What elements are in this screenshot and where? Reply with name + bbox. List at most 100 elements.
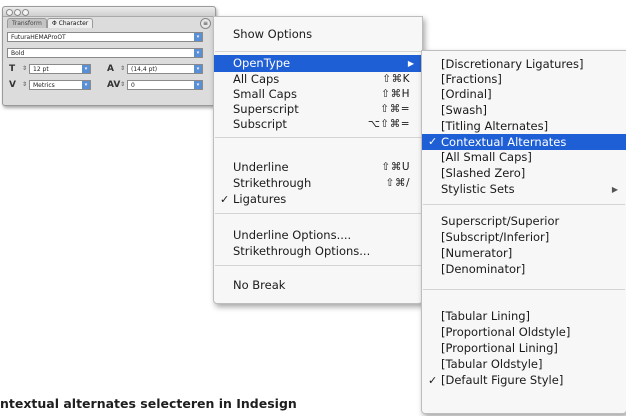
submenu-item-label: [Proportional Lining] <box>441 341 558 355</box>
submenu-item-label: Superscript/Superior <box>441 214 560 228</box>
menu-separator <box>215 213 421 214</box>
checkmark-icon: ✓ <box>428 135 438 148</box>
submenu-item-ordinal[interactable]: [Ordinal] <box>422 87 626 102</box>
tab-character-label: Character <box>58 20 89 27</box>
submenu-item-label: [Numerator] <box>441 246 513 260</box>
menu-item-label: Small Caps <box>233 87 297 101</box>
menu-item-label: Underline <box>233 160 289 174</box>
menu-item-shortcut: ⇧⌘H <box>381 88 410 100</box>
kerning-dropdown-icon[interactable]: ▾ <box>82 81 90 89</box>
menu-item-underline[interactable]: Underline ⇧⌘U <box>214 160 422 175</box>
submenu-item-label: [Subscript/Inferior] <box>441 230 550 244</box>
menu-item-ligatures[interactable]: ✓ Ligatures <box>214 192 422 207</box>
kerning-stepper[interactable]: ⇕ <box>22 81 27 88</box>
kerning-field[interactable]: Metrics ▾ <box>29 80 91 90</box>
font-family-field[interactable]: FuturaHEMAProOT ▾ <box>7 32 203 42</box>
panel-tabs: Transform Φ Character <box>7 18 211 28</box>
submenu-item-label: [Discretionary Ligatures] <box>441 57 584 71</box>
submenu-item-fractions[interactable]: [Fractions] <box>422 72 626 87</box>
submenu-item-label: [Default Figure Style] <box>441 373 564 387</box>
tracking-icon: AV <box>107 80 121 90</box>
font-size-dropdown-icon[interactable]: ▾ <box>82 65 90 73</box>
menu-item-strikethrough[interactable]: Strikethrough ⇧⌘/ <box>214 176 422 191</box>
submenu-item-proportional-oldstyle[interactable]: [Proportional Oldstyle] <box>422 325 626 340</box>
panel-options-menu: Show Options OpenType ▶ All Caps ⇧⌘K Sma… <box>213 16 423 304</box>
submenu-item-numerator[interactable]: [Numerator] <box>422 246 626 261</box>
submenu-arrow-icon: ▶ <box>407 59 414 68</box>
menu-separator <box>215 51 421 52</box>
font-style-field[interactable]: Bold ▾ <box>7 48 203 58</box>
menu-item-small-caps[interactable]: Small Caps ⇧⌘H <box>214 87 422 102</box>
panel-menu-icon[interactable]: ≡ <box>200 18 211 29</box>
kerning-value: Metrics <box>33 82 55 89</box>
checkmark-icon: ✓ <box>428 374 438 387</box>
leading-stepper[interactable]: ⇕ <box>120 65 125 72</box>
font-style-dropdown-icon[interactable]: ▾ <box>194 49 202 57</box>
submenu-item-label: [Fractions] <box>441 72 502 86</box>
submenu-item-superscript-superior[interactable]: Superscript/Superior <box>422 214 626 229</box>
submenu-item-subscript-inferior[interactable]: [Subscript/Inferior] <box>422 230 626 245</box>
menu-item-label: Ligatures <box>233 192 287 206</box>
menu-item-label: Show Options <box>233 27 313 41</box>
kerning-icon: V <box>9 80 16 90</box>
submenu-item-label: [Tabular Lining] <box>441 309 531 323</box>
submenu-item-label: [Denominator] <box>441 262 526 276</box>
leading-dropdown-icon[interactable]: ▾ <box>194 65 202 73</box>
submenu-item-discretionary-ligatures[interactable]: [Discretionary Ligatures] <box>422 57 626 72</box>
menu-item-opentype[interactable]: OpenType ▶ <box>214 55 422 72</box>
submenu-item-titling-alternates[interactable]: [Titling Alternates] <box>422 119 626 134</box>
menu-item-shortcut: ⌥⇧⌘= <box>367 118 410 130</box>
minimize-icon[interactable] <box>14 9 21 16</box>
tracking-stepper[interactable]: ⇕ <box>120 81 125 88</box>
menu-item-no-break[interactable]: No Break <box>214 278 422 293</box>
submenu-item-label: [Slashed Zero] <box>441 166 526 180</box>
submenu-item-tabular-lining[interactable]: [Tabular Lining] <box>422 309 626 324</box>
menu-item-shortcut: ⇧⌘K <box>382 73 410 85</box>
menu-item-all-caps[interactable]: All Caps ⇧⌘K <box>214 72 422 87</box>
tracking-dropdown-icon[interactable]: ▾ <box>194 81 202 89</box>
font-family-dropdown-icon[interactable]: ▾ <box>194 33 202 41</box>
submenu-item-label: Contextual Alternates <box>441 135 567 149</box>
panel-titlebar <box>3 7 215 17</box>
font-size-field[interactable]: 12 pt ▾ <box>29 64 91 74</box>
submenu-item-default-figure-style[interactable]: ✓ [Default Figure Style] <box>422 373 626 388</box>
menu-separator <box>423 204 625 205</box>
opentype-submenu: [Discretionary Ligatures] [Fractions] [O… <box>421 50 626 414</box>
tab-transform[interactable]: Transform <box>7 18 47 28</box>
menu-item-show-options[interactable]: Show Options <box>214 25 422 43</box>
submenu-item-all-small-caps[interactable]: [All Small Caps] <box>422 150 626 165</box>
font-size-value: 12 pt <box>33 66 49 73</box>
menu-separator <box>215 137 421 138</box>
menu-item-label: OpenType <box>233 56 291 70</box>
font-size-stepper[interactable]: ⇕ <box>22 65 27 72</box>
menu-item-superscript[interactable]: Superscript ⇧⌘= <box>214 102 422 117</box>
submenu-item-label: [Proportional Oldstyle] <box>441 325 571 339</box>
caption-text: ntextual alternates selecteren in Indesi… <box>0 396 297 411</box>
submenu-item-tabular-oldstyle[interactable]: [Tabular Oldstyle] <box>422 357 626 372</box>
submenu-item-swash[interactable]: [Swash] <box>422 103 626 118</box>
close-icon[interactable] <box>6 9 13 16</box>
submenu-item-stylistic-sets[interactable]: Stylistic Sets ▶ <box>422 182 626 197</box>
menu-item-strikethrough-options[interactable]: Strikethrough Options... <box>214 244 422 259</box>
menu-item-shortcut: ⇧⌘= <box>380 103 410 115</box>
menu-item-underline-options[interactable]: Underline Options.... <box>214 228 422 243</box>
submenu-item-proportional-lining[interactable]: [Proportional Lining] <box>422 341 626 356</box>
tab-character[interactable]: Φ Character <box>47 18 94 28</box>
submenu-item-label: Stylistic Sets <box>441 182 515 196</box>
zoom-icon[interactable] <box>22 9 29 16</box>
menu-item-label: Subscript <box>233 117 287 131</box>
menu-item-label: All Caps <box>233 72 280 86</box>
menu-separator <box>215 265 421 266</box>
menu-item-subscript[interactable]: Subscript ⌥⇧⌘= <box>214 117 422 132</box>
submenu-item-label: [Swash] <box>441 103 488 117</box>
checkmark-icon: ✓ <box>220 193 230 206</box>
submenu-item-contextual-alternates[interactable]: ✓ Contextual Alternates <box>422 134 626 150</box>
submenu-item-slashed-zero[interactable]: [Slashed Zero] <box>422 166 626 181</box>
menu-item-label: Superscript <box>233 102 299 116</box>
font-style-value: Bold <box>11 50 25 57</box>
tracking-field[interactable]: 0 ▾ <box>127 80 203 90</box>
leading-field[interactable]: (14,4 pt) ▾ <box>127 64 203 74</box>
submenu-item-denominator[interactable]: [Denominator] <box>422 262 626 277</box>
leading-value: (14,4 pt) <box>131 66 158 73</box>
menu-item-label: Strikethrough Options... <box>233 244 371 258</box>
